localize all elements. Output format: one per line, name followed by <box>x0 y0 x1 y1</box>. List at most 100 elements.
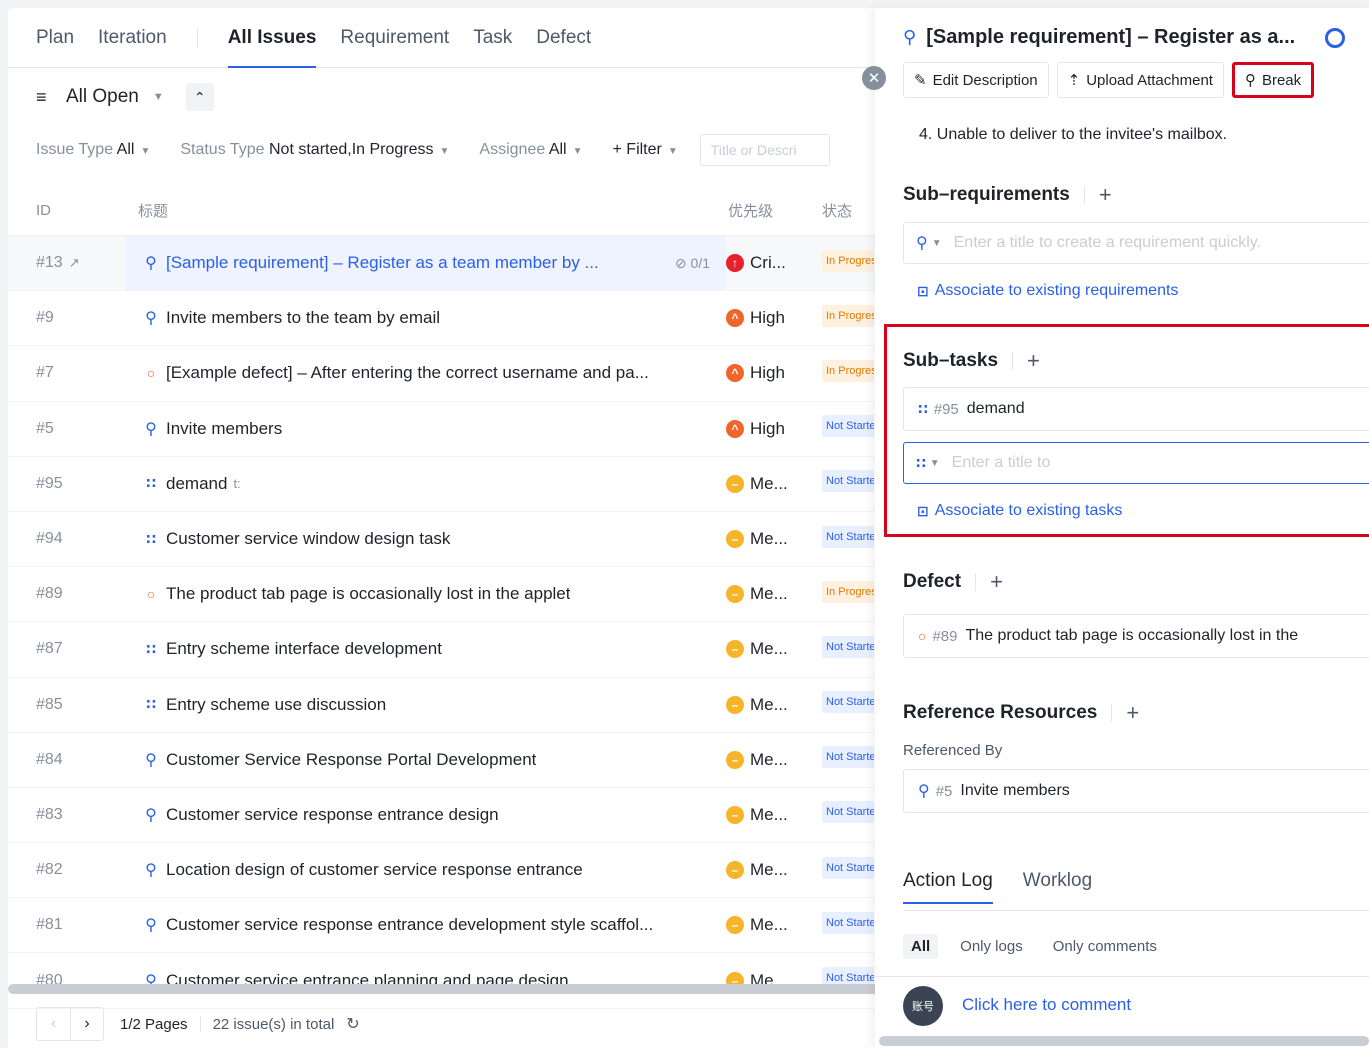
status-badge[interactable]: In Progress <box>822 359 874 382</box>
table-row[interactable]: #7 ○ [Example defect] – After entering the… <box>8 346 888 402</box>
status-badge[interactable]: Not Started <box>822 415 874 438</box>
issue-title[interactable]: Customer service response entrance devel… <box>166 915 653 935</box>
issue-title[interactable]: Customer service response entrance desig… <box>166 805 499 825</box>
filter-all[interactable]: All <box>903 934 939 959</box>
chevron-down-icon[interactable]: ▼ <box>930 458 940 469</box>
issue-title-cell[interactable]: ⚲ Customer service response entrance desi… <box>126 805 726 825</box>
tab-task[interactable]: Task <box>473 8 512 68</box>
priority-cell[interactable]: – Me... <box>726 639 822 659</box>
issue-title-cell[interactable]: ⚲ Location design of customer service res… <box>126 860 726 880</box>
issue-title[interactable]: demand <box>166 474 227 494</box>
priority-cell[interactable]: ^ High <box>726 419 822 439</box>
issue-title-cell[interactable]: ⚲ Invite members to the team by email <box>126 308 726 328</box>
issue-title-cell[interactable]: ○ [Example defect] – After entering the c… <box>126 363 726 383</box>
upload-attachment-button[interactable]: ⇡ Upload Attachment <box>1056 62 1224 98</box>
priority-cell[interactable]: – Me... <box>726 750 822 770</box>
subrequirement-input[interactable]: ⚲ ▼ Enter a title to create a requiremen… <box>903 222 1369 264</box>
filter-only-logs[interactable]: Only logs <box>960 938 1023 955</box>
view-selector[interactable]: All Open <box>66 86 139 108</box>
status-badge[interactable]: In Progress <box>822 580 874 603</box>
status-badge[interactable]: Not Started <box>822 856 874 879</box>
task-type-icon[interactable]: ∷ <box>916 455 926 472</box>
status-badge[interactable]: Not Started <box>822 691 874 714</box>
table-row[interactable]: #13 ↗ ⚲ [Sample requirement] – Register as … <box>8 236 888 292</box>
issue-title-cell[interactable]: ∷ demand t: <box>126 474 726 494</box>
status-badge[interactable]: Not Started <box>822 746 874 769</box>
requirement-type-icon[interactable]: ⚲ <box>916 233 928 253</box>
nav-plan[interactable]: Plan <box>36 8 74 68</box>
issue-title-cell[interactable]: ∷ Entry scheme use discussion <box>126 695 726 715</box>
defect-item[interactable]: ○ #89 The product tab page is occasional… <box>903 614 1369 658</box>
issue-title[interactable]: The product tab page is occasionally los… <box>166 584 570 604</box>
tab-defect[interactable]: Defect <box>536 8 591 68</box>
edit-description-button[interactable]: ✎ Edit Description <box>903 62 1049 98</box>
table-row[interactable]: #83 ⚲ Customer service response entrance d… <box>8 788 888 844</box>
chevron-down-icon[interactable]: ▼ <box>153 91 164 103</box>
add-subrequirement-icon[interactable]: + <box>1099 182 1112 208</box>
issue-title[interactable]: Invite members <box>166 419 282 439</box>
chevron-down-icon[interactable]: ▼ <box>932 238 942 249</box>
table-row[interactable]: #94 ∷ Customer service window design task –… <box>8 512 888 568</box>
add-reference-icon[interactable]: + <box>1126 700 1139 726</box>
priority-cell[interactable]: – Me... <box>726 915 822 935</box>
close-detail-button[interactable]: ✕ <box>862 66 886 90</box>
issue-title-cell[interactable]: ⚲ Invite members <box>126 419 726 439</box>
table-row[interactable]: #81 ⚲ Customer service response entrance d… <box>8 898 888 954</box>
priority-cell[interactable]: ^ High <box>726 363 822 383</box>
priority-cell[interactable]: – Me... <box>726 584 822 604</box>
table-row[interactable]: #9 ⚲ Invite members to the team by email ^ H… <box>8 291 888 347</box>
nav-iteration[interactable]: Iteration <box>98 8 167 68</box>
issue-type-filter[interactable]: Issue Type All ▼ <box>36 141 150 159</box>
issue-title[interactable]: [Example defect] – After entering the co… <box>166 363 649 383</box>
issue-title[interactable]: Customer Service Response Portal Develop… <box>166 750 536 770</box>
subtask-item[interactable]: ∷ #95 demand <box>903 387 1369 431</box>
issue-title[interactable]: Entry scheme interface development <box>166 639 442 659</box>
tab-action-log[interactable]: Action Log <box>903 870 993 904</box>
search-input[interactable]: Title or Descri <box>699 134 830 166</box>
issue-title[interactable]: [Sample requirement] – Register as a tea… <box>166 253 599 273</box>
prev-page-button[interactable]: ‹ <box>36 1007 70 1041</box>
add-filter-button[interactable]: + Filter ▼ <box>613 141 678 159</box>
tab-worklog[interactable]: Worklog <box>1023 870 1092 904</box>
detail-scrollbar[interactable] <box>879 1036 1369 1046</box>
priority-cell[interactable]: – Me... <box>726 529 822 549</box>
status-badge[interactable]: Not Started <box>822 801 874 824</box>
table-row[interactable]: #85 ∷ Entry scheme use discussion – Me... Not… <box>8 678 888 733</box>
status-badge[interactable]: Not Started <box>822 635 874 658</box>
table-row[interactable]: #95∷demandt:–Me...Not Started <box>8 457 888 512</box>
comment-input[interactable]: Click here to comment <box>962 995 1131 1015</box>
status-badge[interactable]: Not Started <box>822 911 874 934</box>
status-badge[interactable]: Not Started <box>822 525 874 548</box>
table-row[interactable]: #80 ⚲ Customer service entrance planning a… <box>8 953 888 1009</box>
collapse-filters-button[interactable]: ⌃ <box>185 83 214 111</box>
tab-all-issues[interactable]: All Issues <box>227 8 316 68</box>
issue-title[interactable]: Entry scheme use discussion <box>166 695 386 715</box>
table-row[interactable]: #87 ∷ Entry scheme interface development – M… <box>8 622 888 678</box>
table-row[interactable]: #89 ○ The product tab page is occasionally… <box>8 567 888 623</box>
reference-item[interactable]: ⚲ #5 Invite members <box>903 769 1369 813</box>
issue-title-cell[interactable]: ○ The product tab page is occasionally lo… <box>126 584 726 604</box>
status-badge[interactable]: In Progress <box>822 304 874 327</box>
add-defect-icon[interactable]: + <box>990 569 1003 595</box>
next-page-button[interactable]: › <box>70 1007 104 1041</box>
issue-title[interactable]: Location design of customer service resp… <box>166 860 583 880</box>
issue-title-cell[interactable]: ⚲ Customer service response entrance deve… <box>126 915 726 935</box>
assignee-filter[interactable]: Assignee All ▼ <box>479 141 582 159</box>
breakdown-button[interactable]: ⚲ Break <box>1231 62 1315 98</box>
refresh-icon[interactable]: ↻ <box>346 1014 359 1034</box>
horizontal-scrollbar[interactable] <box>8 984 888 994</box>
issue-title-cell[interactable]: ⚲ [Sample requirement] – Register as a te… <box>126 236 726 291</box>
issue-title[interactable]: Invite members to the team by email <box>166 308 440 328</box>
table-row[interactable]: #82 ⚲ Location design of customer service … <box>8 843 888 899</box>
add-subtask-icon[interactable]: + <box>1027 348 1040 374</box>
subtask-input[interactable]: ∷ ▼ Enter a title to <box>903 442 1369 484</box>
status-type-filter[interactable]: Status Type Not started,In Progress ▼ <box>180 141 449 159</box>
associate-tasks-link[interactable]: ⊡ Associate to existing tasks <box>917 502 1122 520</box>
priority-cell[interactable]: – Me... <box>726 474 822 494</box>
filter-only-comments[interactable]: Only comments <box>1053 938 1157 955</box>
table-row[interactable]: #5 ⚲ Invite members ^ High Not Started <box>8 402 888 457</box>
issue-title[interactable]: Customer service window design task <box>166 529 450 549</box>
table-row[interactable]: #84 ⚲ Customer Service Response Portal Dev… <box>8 733 888 788</box>
status-badge[interactable]: In Progress <box>822 249 874 272</box>
priority-cell[interactable]: – Me... <box>726 695 822 715</box>
